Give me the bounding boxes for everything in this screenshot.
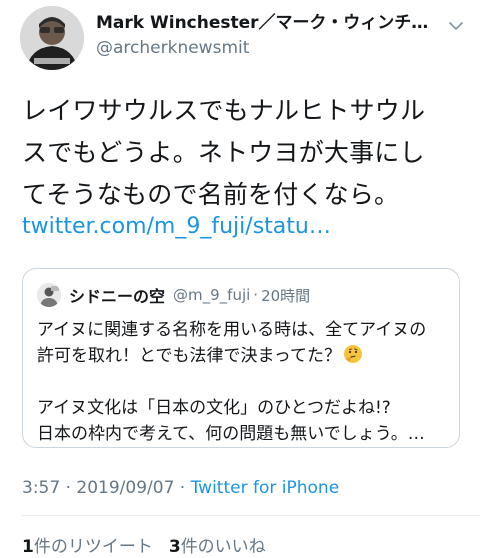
quoted-text-line: 日本の枠内で考えて、何の問題も無いでしょう。…: [37, 424, 425, 444]
author-avatar[interactable]: [20, 6, 84, 70]
tweet-text: レイワサウルスでもナルヒトサウル スでもどうよ。ネトウヨが大事にし てそうなもの…: [22, 90, 462, 216]
quoted-text-line: アイヌ文化は「日本の文化」のひとつだよね!?: [37, 398, 391, 418]
likes-count: 3: [168, 537, 181, 557]
meta-separator: ·: [174, 478, 191, 498]
tweet-meta: 3:57 · 2019/09/07 · Twitter for iPhone: [22, 478, 339, 498]
tweet-date[interactable]: 2019/09/07: [76, 478, 174, 498]
tweet-time[interactable]: 3:57: [22, 478, 60, 498]
quoted-author-handle: @m_9_fuji: [173, 286, 251, 304]
tweet-text-line: スでもどうよ。ネトウヨが大事にし: [22, 138, 425, 167]
chevron-down-icon[interactable]: [446, 16, 466, 36]
tweet-source-link[interactable]: Twitter for iPhone: [191, 478, 340, 498]
thinking-face-emoji: [343, 344, 363, 364]
tweet-stats: 1件のリツイート 3件のいいね: [22, 532, 282, 557]
quoted-tweet-body: アイヌに関連する名称を用いる時は、全てアイヌの 許可を取れ！とでも法律で決まって…: [37, 317, 449, 447]
tweet-text-line: レイワサウルスでもナルヒトサウル: [22, 96, 426, 125]
tweet-link[interactable]: twitter.com/m_9_fuji/statu…: [22, 212, 331, 242]
author-block: Mark Winchester／マーク・ウィンチェ… @archerknewsm…: [96, 12, 436, 60]
quoted-author-avatar: [37, 283, 61, 307]
tweet-text-line: てそうなもので名前を付くなら。: [22, 180, 400, 209]
quoted-separator: ·: [253, 286, 259, 304]
quoted-tweet-header: シドニーの空 @m_9_fuji · 20時間: [37, 283, 310, 307]
meta-separator: ·: [60, 478, 77, 498]
likes-label: 件のいいね: [180, 537, 266, 557]
tweet-card: Mark Winchester／マーク・ウィンチェ… @archerknewsm…: [0, 0, 480, 558]
retweets-count: 1: [22, 537, 34, 557]
quoted-text-line: アイヌに関連する名称を用いる時は、全てアイヌの: [37, 320, 427, 340]
quoted-author-name: シドニーの空: [69, 287, 166, 306]
divider: [22, 515, 480, 516]
quoted-text-line: 許可を取れ！とでも法律で決まってた？: [37, 346, 341, 366]
quoted-text-line-with-emoji: 許可を取れ！とでも法律で決まってた？: [37, 343, 449, 369]
quoted-tweet[interactable]: シドニーの空 @m_9_fuji · 20時間 アイヌに関連する名称を用いる時は…: [22, 268, 460, 448]
likes-stat[interactable]: 3件のいいね: [169, 537, 266, 557]
author-display-name[interactable]: Mark Winchester／マーク・ウィンチェ…: [96, 12, 436, 34]
retweets-label: 件のリツイート: [33, 537, 153, 557]
quoted-time: 20時間: [261, 286, 311, 305]
author-handle[interactable]: @archerknewsmit: [96, 36, 436, 60]
retweets-stat[interactable]: 1件のリツイート: [22, 537, 153, 557]
quoted-text-gap: [37, 369, 449, 395]
